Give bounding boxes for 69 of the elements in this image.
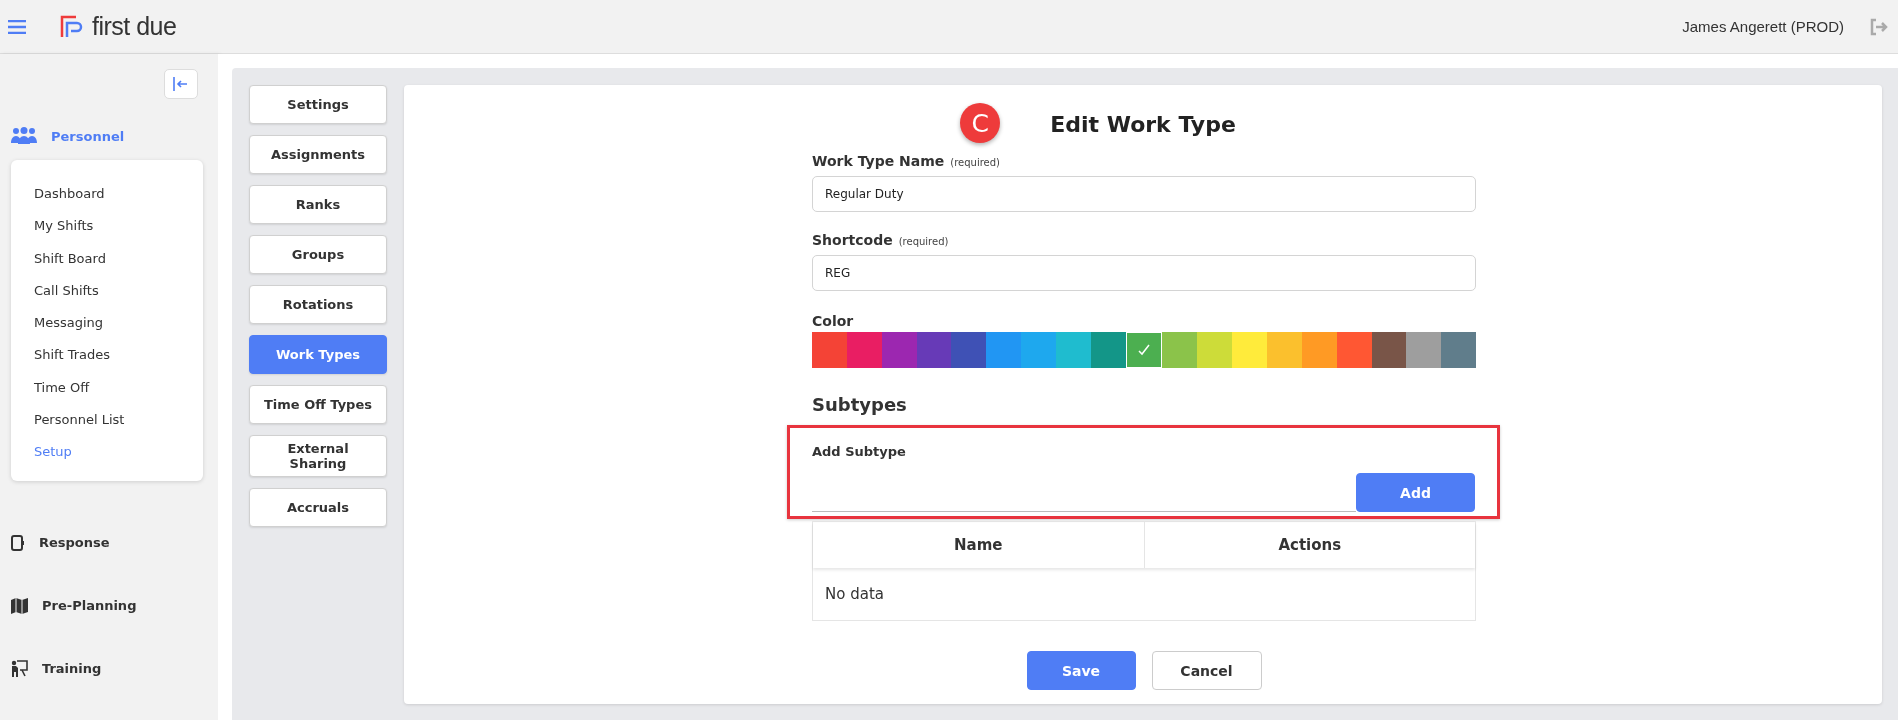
add-button[interactable]: Add xyxy=(1356,473,1475,512)
setup-tab[interactable]: Rotations xyxy=(249,285,387,324)
user-name: James Angerett (PROD) xyxy=(1682,18,1844,35)
collapse-sidebar-button[interactable] xyxy=(164,69,198,99)
color-swatch[interactable] xyxy=(1162,332,1198,368)
setup-tab[interactable]: Settings xyxy=(249,85,387,124)
presenter-icon xyxy=(11,660,28,678)
color-swatch[interactable] xyxy=(1371,332,1407,368)
color-swatch[interactable] xyxy=(1406,332,1442,368)
field-label: Color xyxy=(812,313,855,329)
people-icon xyxy=(11,127,37,145)
tablet-icon xyxy=(11,534,25,551)
setup-tab[interactable]: Assignments xyxy=(249,135,387,174)
text-field[interactable]: REG xyxy=(812,255,1476,291)
required-hint: (required) xyxy=(950,157,1000,168)
page-title: Edit Work Type xyxy=(1050,111,1236,137)
color-swatch[interactable] xyxy=(1125,332,1163,368)
sidebar-item[interactable]: Call Shifts xyxy=(34,274,99,308)
sidebar-item[interactable]: Shift Board xyxy=(34,242,106,275)
setup-tab[interactable]: Groups xyxy=(249,235,387,274)
sidebar-item[interactable]: Personnel List xyxy=(34,404,125,437)
sidebar-item[interactable]: My Shifts xyxy=(34,210,94,243)
color-swatch[interactable] xyxy=(1301,332,1337,368)
color-swatch[interactable] xyxy=(1441,332,1477,368)
menu-icon[interactable] xyxy=(8,19,26,34)
sidebar-item[interactable]: Setup xyxy=(34,436,72,469)
sidebar-section[interactable]: Pre-Planning xyxy=(42,598,137,614)
sidebar-item[interactable]: Messaging xyxy=(34,307,104,340)
logout-icon[interactable] xyxy=(1870,17,1888,36)
field-label: Shortcode xyxy=(812,232,893,248)
map-icon xyxy=(11,597,28,614)
text-field[interactable]: Regular Duty xyxy=(812,176,1476,212)
check-icon xyxy=(1138,344,1150,356)
sidebar-item[interactable]: Shift Trades xyxy=(34,339,111,372)
setup-tab[interactable]: Accruals xyxy=(249,488,387,527)
cancel-button[interactable]: Cancel xyxy=(1151,651,1262,690)
sidebar-section[interactable]: Response xyxy=(39,535,110,551)
logo-icon xyxy=(60,14,84,39)
sidebar-item[interactable]: Time Off xyxy=(34,371,90,405)
color-swatch[interactable] xyxy=(986,332,1022,368)
color-swatch[interactable] xyxy=(1197,332,1233,368)
color-swatch[interactable] xyxy=(1021,332,1056,368)
brand-name: first due xyxy=(92,12,177,41)
save-button[interactable]: Save xyxy=(1026,651,1136,690)
column-header: Actions xyxy=(1143,522,1475,568)
color-swatch[interactable] xyxy=(916,332,952,368)
color-swatch[interactable] xyxy=(951,332,987,368)
sidebar-item[interactable]: Dashboard xyxy=(34,178,105,211)
color-swatch[interactable] xyxy=(1336,332,1372,368)
field-label: Add Subtype xyxy=(812,444,907,459)
sidebar-section[interactable]: Training xyxy=(42,661,102,677)
setup-tab[interactable]: Time Off Types xyxy=(249,385,387,424)
section-heading: Subtypes xyxy=(812,394,908,415)
color-swatch[interactable] xyxy=(1266,332,1302,368)
column-header: Name xyxy=(953,535,1004,556)
color-swatch[interactable] xyxy=(846,332,882,368)
required-hint: (required) xyxy=(898,236,949,247)
annotation-marker: C xyxy=(960,103,1001,143)
setup-tab[interactable]: Work Types xyxy=(249,335,387,374)
color-swatch[interactable] xyxy=(1055,332,1091,368)
color-swatch[interactable] xyxy=(1090,332,1126,368)
color-swatch[interactable] xyxy=(881,332,917,368)
setup-tab[interactable]: Ranks xyxy=(249,185,387,224)
color-swatch[interactable] xyxy=(1232,332,1267,368)
color-swatch[interactable] xyxy=(812,332,847,368)
collapse-icon xyxy=(173,77,189,91)
field-label: Work Type Name xyxy=(812,153,945,169)
empty-message: No data xyxy=(824,584,885,605)
setup-tab[interactable]: External Sharing xyxy=(249,435,387,477)
